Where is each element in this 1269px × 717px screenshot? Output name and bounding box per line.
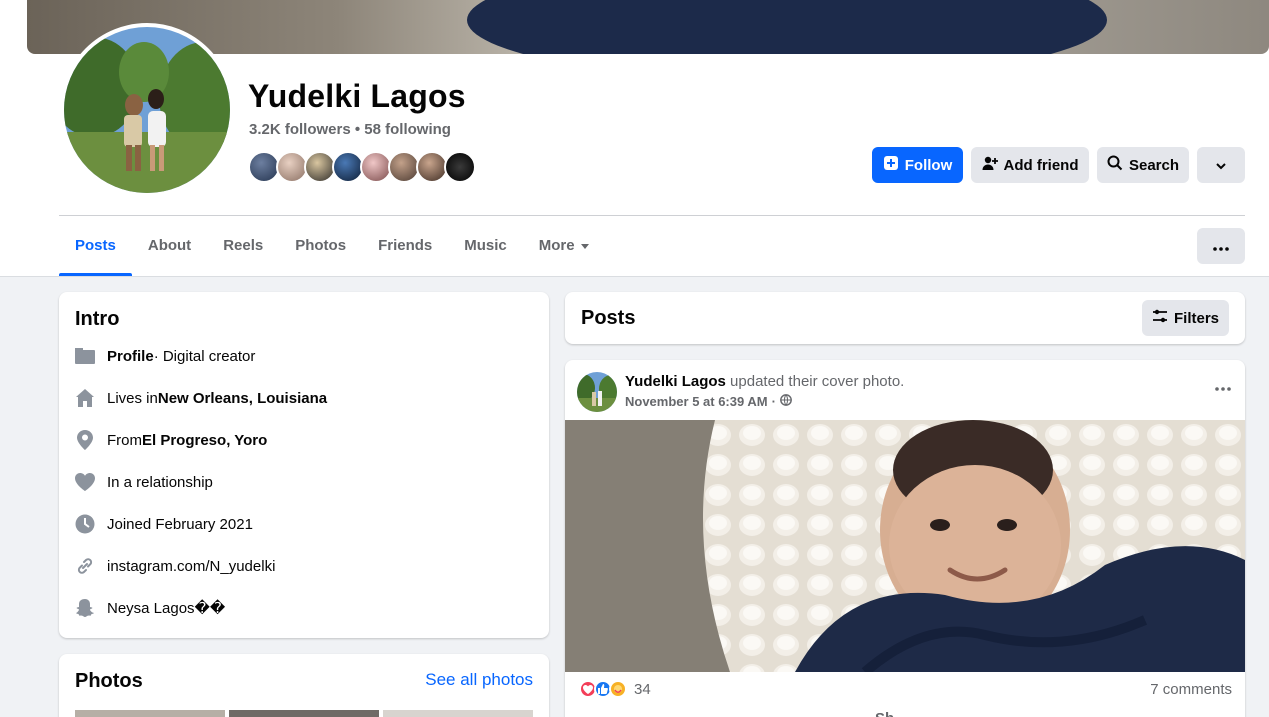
post-date[interactable]: November 5 at 6:39 AM [625, 394, 768, 409]
see-all-photos-link[interactable]: See all photos [425, 670, 533, 690]
intro-title: Intro [75, 308, 120, 330]
snapchat-icon [75, 598, 95, 618]
mutual-friends-avatars[interactable] [248, 151, 476, 183]
search-icon [1107, 155, 1123, 175]
post-options-button[interactable] [1215, 378, 1231, 396]
care-reaction-icon [609, 680, 627, 698]
post-reactions[interactable]: 34 [579, 680, 651, 698]
post-header-text: Yudelki Lagos updated their cover photo. [625, 373, 904, 390]
snapchat-text: Neysa Lagos�� [107, 600, 226, 617]
profile-value: · Digital creator [153, 347, 256, 365]
photos-title: Photos [75, 670, 143, 692]
tab-music[interactable]: Music [448, 224, 523, 276]
friend-avatar[interactable] [444, 151, 476, 183]
lives-value[interactable]: New Orleans, Louisiana [158, 390, 327, 407]
joined-text: Joined February 2021 [107, 515, 253, 533]
tab-about[interactable]: About [132, 224, 207, 276]
globe-icon [780, 394, 792, 409]
add-friend-label: Add friend [1003, 156, 1079, 174]
tab-posts[interactable]: Posts [59, 224, 132, 276]
tab-more-label: More [538, 237, 575, 254]
location-pin-icon [75, 430, 95, 450]
lives-prefix: Lives in [107, 389, 158, 407]
header-divider [59, 215, 1245, 216]
share-label: Sh [875, 710, 894, 717]
profile-options-button[interactable] [1197, 147, 1245, 183]
cover-photo-subject [467, 0, 1107, 54]
meta-separator: · [771, 394, 776, 409]
intro-card: Intro Profile · Digital creator Lives in… [59, 292, 549, 638]
profile-category-icon [75, 346, 95, 366]
website-link[interactable]: instagram.com/N_yudelki [107, 558, 275, 575]
photos-card: Photos See all photos [59, 654, 549, 717]
link-icon [75, 556, 95, 576]
follow-label: Follow [904, 156, 953, 174]
photo-thumbnail[interactable] [383, 710, 533, 717]
heart-icon [75, 472, 95, 492]
photo-thumbnail[interactable] [229, 710, 379, 717]
post-image[interactable] [565, 420, 1245, 672]
cover-photo[interactable] [27, 0, 1269, 54]
tab-friends[interactable]: Friends [362, 224, 448, 276]
intro-website: instagram.com/N_yudelki [75, 556, 275, 576]
intro-relationship: In a relationship [75, 472, 213, 492]
follow-icon [883, 155, 899, 175]
follow-button[interactable]: Follow [872, 147, 963, 183]
from-value[interactable]: El Progreso, Yoro [142, 432, 267, 449]
profile-avatar[interactable] [60, 23, 234, 197]
caret-down-icon [580, 243, 589, 249]
filters-label: Filters [1173, 309, 1219, 327]
filters-button[interactable]: Filters [1142, 300, 1229, 336]
tab-photos[interactable]: Photos [279, 224, 362, 276]
post-author-avatar[interactable] [577, 372, 617, 412]
intro-joined: Joined February 2021 [75, 514, 253, 534]
add-friend-button[interactable]: Add friend [971, 147, 1089, 183]
profile-tabs: Posts About Reels Photos Friends Music M… [59, 224, 605, 276]
intro-lives-in: Lives in New Orleans, Louisiana [75, 388, 327, 408]
reaction-count: 34 [634, 680, 651, 698]
intro-profile-category: Profile · Digital creator [75, 346, 255, 366]
filters-icon [1152, 309, 1168, 327]
photo-thumbnail[interactable] [75, 710, 225, 717]
search-button[interactable]: Search [1097, 147, 1189, 183]
post-action-text: updated their cover photo. [725, 373, 905, 390]
posts-header-card: Posts Filters [565, 292, 1245, 344]
home-icon [75, 388, 95, 408]
profile-label: Profile [107, 347, 154, 365]
posts-title: Posts [581, 307, 636, 329]
tab-more[interactable]: More [523, 224, 605, 276]
intro-snapchat: Neysa Lagos�� [75, 598, 225, 618]
share-button[interactable]: Sh [875, 710, 894, 717]
search-label: Search [1128, 156, 1180, 174]
chevron-down-icon [1215, 157, 1227, 174]
followers-following[interactable]: 3.2K followers • 58 following [249, 121, 451, 138]
more-options-button[interactable] [1197, 228, 1245, 264]
more-horizontal-icon [1215, 378, 1231, 395]
tab-reels[interactable]: Reels [207, 224, 279, 276]
comments-count[interactable]: 7 comments [1150, 681, 1232, 698]
intro-from: From El Progreso, Yoro [75, 430, 267, 450]
profile-name: Yudelki Lagos [248, 78, 466, 114]
more-horizontal-icon [1213, 238, 1229, 255]
from-prefix: From [107, 431, 142, 449]
clock-icon [75, 514, 95, 534]
post-meta: November 5 at 6:39 AM · [625, 394, 792, 409]
post-author-name[interactable]: Yudelki Lagos [625, 373, 726, 390]
post-card: Yudelki Lagos updated their cover photo.… [565, 360, 1245, 717]
add-friend-icon [982, 155, 998, 175]
relationship-text: In a relationship [107, 473, 213, 491]
